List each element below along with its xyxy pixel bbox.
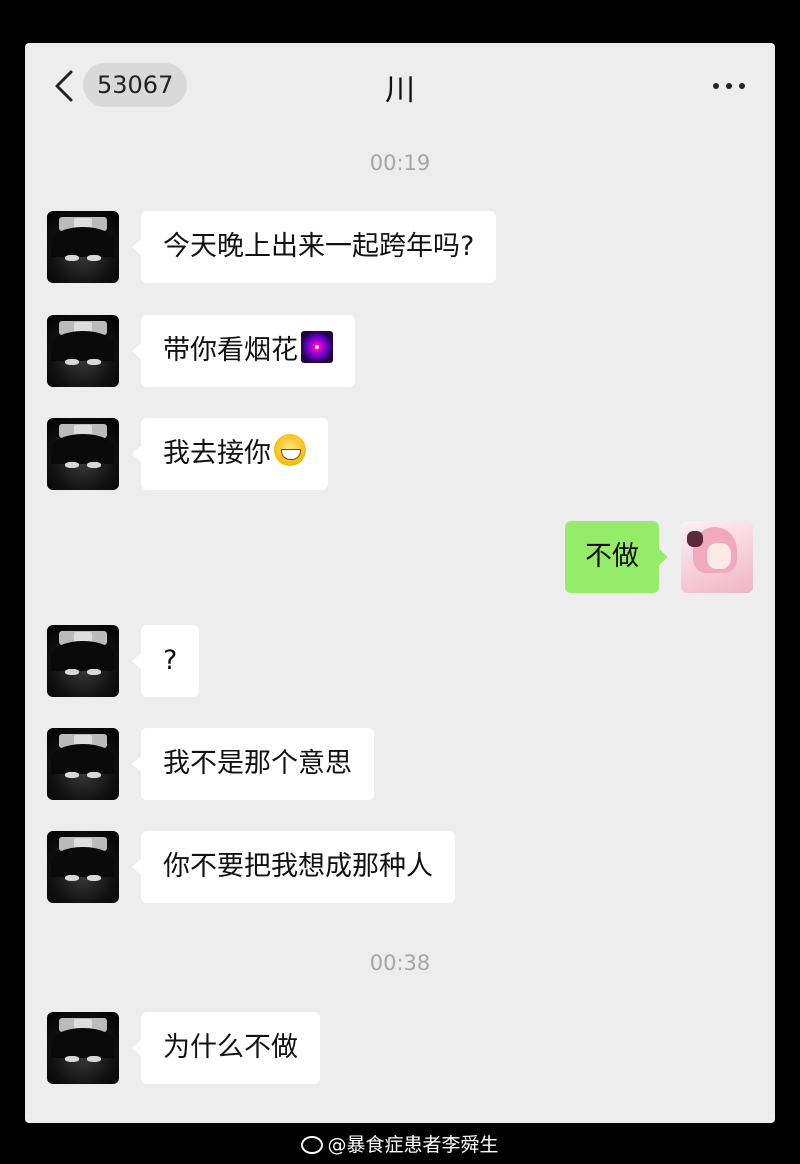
my-message-bubble[interactable]: 不做 (565, 521, 668, 593)
message-bubble[interactable]: 今天晚上出来一起跨年吗? (131, 211, 497, 283)
contact-avatar[interactable] (47, 831, 119, 903)
message-bubble[interactable]: 为什么不做 (132, 1012, 320, 1084)
contact-avatar[interactable] (47, 211, 119, 283)
fireworks-emoji (301, 331, 333, 363)
message-bubble[interactable]: 你不要把我想成那种人 (132, 831, 455, 903)
grinning-face-emoji (274, 434, 306, 466)
message-bubble[interactable]: ? (131, 625, 200, 697)
contact-avatar[interactable] (47, 1012, 119, 1084)
message-text: 带你看烟花 (163, 335, 298, 366)
message-bubble[interactable]: 我去接你 (132, 418, 328, 490)
timestamp: 00:38 (369, 951, 431, 975)
more-horizontal-icon[interactable] (705, 63, 753, 107)
message-text: ? (163, 645, 178, 676)
watermark: @暴食症患者李舜生 (0, 1128, 800, 1162)
message-text: 不做 (585, 541, 639, 572)
message-bubble[interactable]: 我不是那个意思 (132, 728, 374, 800)
timestamp: 00:19 (369, 151, 431, 175)
weibo-icon (301, 1136, 324, 1154)
message-bubble[interactable]: 带你看烟花 (132, 315, 355, 387)
message-text: 为什么不做 (163, 1032, 298, 1063)
chat-header: 53067 川 (25, 43, 775, 133)
watermark-text: @暴食症患者李舜生 (327, 1134, 499, 1156)
message-text: 今天晚上出来一起跨年吗? (163, 231, 475, 262)
chat-screen: 53067 川 00:19 今天晚上出来一起跨年吗? 带你看烟花 我去接你 不做… (25, 43, 775, 1123)
contact-avatar[interactable] (47, 418, 119, 490)
message-text: 我不是那个意思 (163, 748, 352, 779)
contact-avatar[interactable] (47, 728, 119, 800)
my-avatar[interactable] (681, 521, 753, 593)
chat-title: 川 (385, 73, 415, 108)
contact-avatar[interactable] (47, 315, 119, 387)
contact-avatar[interactable] (47, 625, 119, 697)
message-text: 我去接你 (163, 438, 271, 469)
message-text: 你不要把我想成那种人 (163, 851, 433, 882)
